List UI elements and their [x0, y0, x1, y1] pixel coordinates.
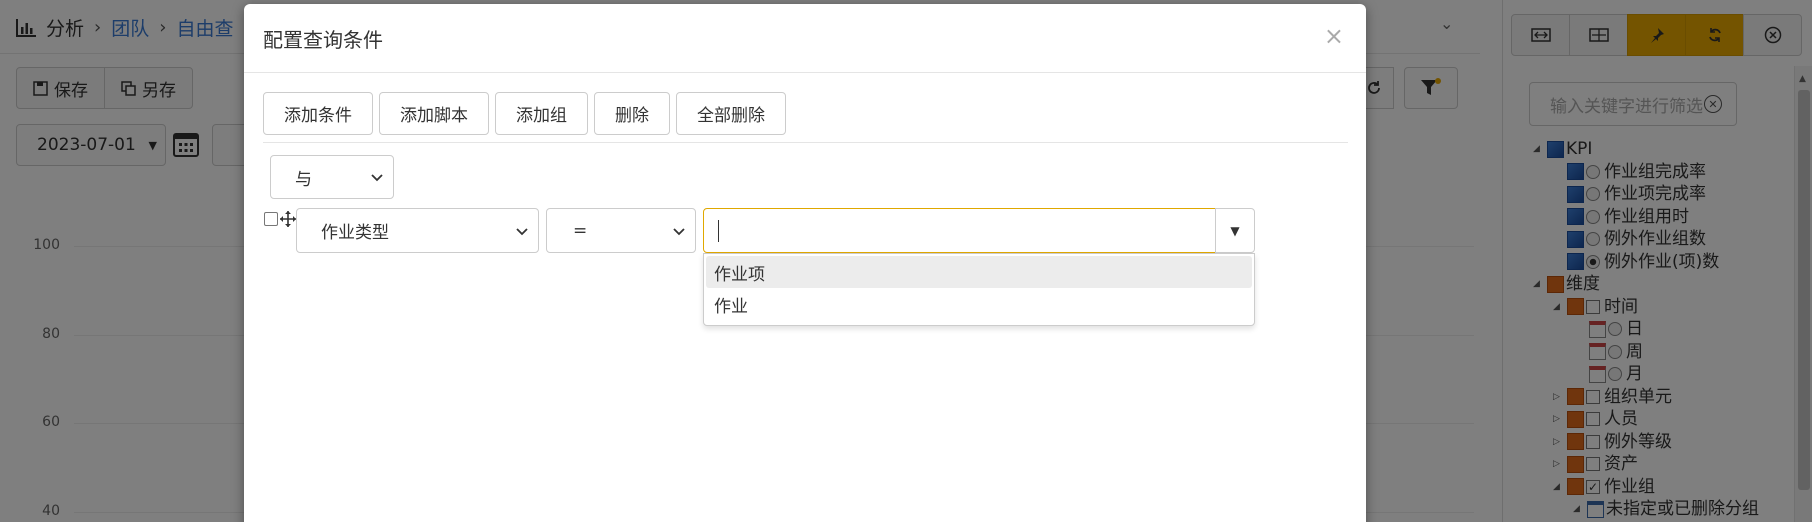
- field-value: 作业类型: [321, 223, 389, 243]
- chevron-down-icon: [371, 174, 383, 182]
- add-condition-button[interactable]: 添加条件: [263, 92, 373, 135]
- delete-all-button[interactable]: 全部删除: [676, 92, 786, 135]
- divider: [263, 142, 1348, 143]
- value-input[interactable]: [703, 208, 1216, 253]
- logic-operator-value: 与: [295, 169, 312, 190]
- condition-checkbox[interactable]: [264, 212, 278, 226]
- caret-down-icon: ▼: [1230, 223, 1240, 238]
- field-select[interactable]: 作业类型: [296, 208, 539, 253]
- chevron-down-icon: [516, 227, 528, 235]
- dropdown-option[interactable]: 作业项: [706, 256, 1252, 288]
- chevron-down-icon: [673, 227, 685, 235]
- add-script-button[interactable]: 添加脚本: [379, 92, 489, 135]
- operator-select[interactable]: =: [546, 208, 696, 253]
- dialog-title: 配置查询条件: [263, 27, 383, 52]
- delete-button[interactable]: 删除: [594, 92, 670, 135]
- close-icon[interactable]: ×: [1324, 24, 1344, 48]
- query-condition-dialog: 配置查询条件 × 添加条件 添加脚本 添加组 删除 全部删除 与 作业类型 = …: [244, 4, 1366, 522]
- logic-operator-select[interactable]: 与: [270, 155, 394, 199]
- operator-value: =: [573, 220, 588, 241]
- add-group-button[interactable]: 添加组: [495, 92, 588, 135]
- dropdown-option[interactable]: 作业: [706, 288, 1252, 320]
- value-dropdown: 作业项 作业: [703, 253, 1255, 326]
- condition-toolbar: 添加条件 添加脚本 添加组 删除 全部删除: [263, 92, 786, 135]
- value-dropdown-toggle[interactable]: ▼: [1215, 208, 1255, 253]
- text-cursor: [718, 219, 719, 242]
- dialog-header: 配置查询条件: [244, 4, 1366, 73]
- move-icon[interactable]: [279, 210, 297, 228]
